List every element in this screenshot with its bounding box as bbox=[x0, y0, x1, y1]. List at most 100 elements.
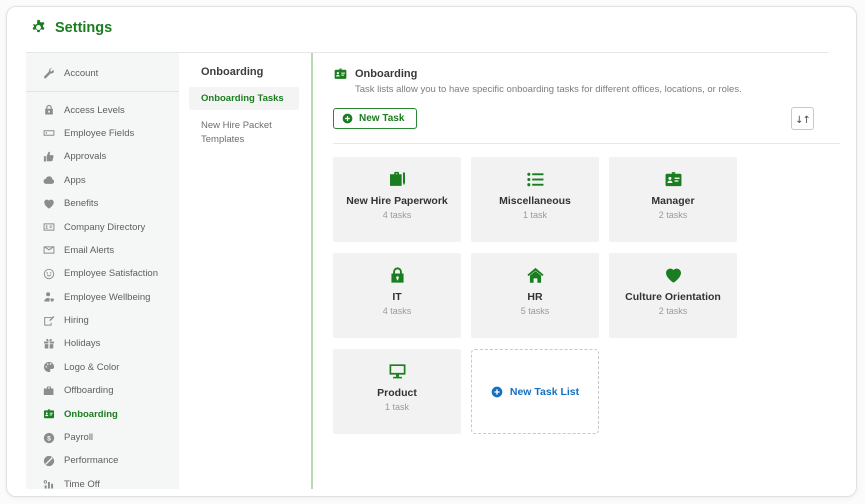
sidebar-item-payroll[interactable]: $ Payroll bbox=[26, 426, 179, 449]
bar-chart-icon bbox=[43, 478, 55, 490]
subnav-items: Onboarding Tasks New Hire Packet Template… bbox=[179, 87, 311, 151]
task-list-card-culture-orientation[interactable]: Culture Orientation2 tasks bbox=[609, 253, 737, 338]
briefcase-icon bbox=[43, 385, 55, 397]
sidebar-item-employee-satisfaction[interactable]: Employee Satisfaction bbox=[26, 262, 179, 285]
thumbs-up-icon bbox=[43, 151, 55, 163]
badge-icon bbox=[43, 408, 55, 420]
sidebar-item-benefits[interactable]: Benefits bbox=[26, 192, 179, 215]
new-task-button[interactable]: New Task bbox=[333, 108, 417, 129]
sidebar-item-approvals[interactable]: Approvals bbox=[26, 145, 179, 168]
subnav-title: Onboarding bbox=[201, 66, 311, 78]
subnav-item-new-hire-packet-templates[interactable]: New Hire Packet Templates bbox=[189, 114, 299, 151]
sidebar-item-onboarding[interactable]: Onboarding bbox=[26, 402, 179, 425]
task-list-card-miscellaneous[interactable]: Miscellaneous1 task bbox=[471, 157, 599, 242]
clipboard-pencil-icon bbox=[43, 315, 55, 327]
gauge-icon bbox=[43, 455, 55, 467]
sidebar-item-label: Payroll bbox=[64, 432, 93, 443]
sidebar-item-access-levels[interactable]: Access Levels bbox=[26, 98, 179, 121]
sidebar-divider bbox=[26, 91, 179, 92]
smiley-icon bbox=[43, 268, 55, 280]
sidebar-item-label: Employee Wellbeing bbox=[64, 292, 150, 303]
subnav-item-onboarding-tasks[interactable]: Onboarding Tasks bbox=[189, 87, 299, 110]
plus-circle-icon bbox=[491, 386, 503, 398]
section-header: Onboarding bbox=[333, 67, 840, 81]
sidebar-item-label: Logo & Color bbox=[64, 362, 119, 373]
sidebar-item-offboarding[interactable]: Offboarding bbox=[26, 379, 179, 402]
sidebar-item-label: Performance bbox=[64, 455, 118, 466]
badge-icon bbox=[663, 170, 684, 189]
sidebar-item-time-off[interactable]: Time Off bbox=[26, 473, 179, 496]
task-list-card-new-hire-paperwork[interactable]: New Hire Paperwork 4 tasks bbox=[333, 157, 461, 242]
card-task-count: 5 tasks bbox=[521, 306, 550, 316]
page-title: Settings bbox=[55, 20, 112, 36]
toolbar-divider bbox=[333, 143, 840, 144]
sidebar-item-label: Access Levels bbox=[64, 105, 125, 116]
id-card-icon bbox=[43, 221, 55, 233]
sidebar-item-holidays[interactable]: Holidays bbox=[26, 332, 179, 355]
sidebar-item-employee-fields[interactable]: Employee Fields bbox=[26, 122, 179, 145]
sidebar-item-email-alerts[interactable]: Email Alerts bbox=[26, 239, 179, 262]
heart-icon bbox=[43, 198, 55, 210]
sidebar-item-label: Offboarding bbox=[64, 385, 113, 396]
new-task-list-label: New Task List bbox=[510, 386, 579, 398]
briefcase-pencil-icon bbox=[387, 170, 408, 189]
card-task-count: 4 tasks bbox=[383, 306, 412, 316]
sidebar-item-account[interactable]: Account bbox=[26, 62, 179, 85]
settings-sidebar: Account Access Levels Employee Fields Appro… bbox=[26, 53, 179, 489]
sidebar-item-label: Apps bbox=[64, 175, 86, 186]
plus-circle-icon bbox=[342, 113, 353, 124]
sidebar-item-label: Approvals bbox=[64, 151, 106, 162]
sidebar-item-label: Account bbox=[64, 68, 98, 79]
sidebar-item-logo-color[interactable]: Logo & Color bbox=[26, 356, 179, 379]
toolbar: New Task ↓↑ bbox=[333, 107, 840, 130]
heart-icon bbox=[663, 266, 684, 285]
onboarding-main: Onboarding Task lists allow you to have … bbox=[313, 53, 840, 489]
sidebar-item-label: Hiring bbox=[64, 315, 89, 326]
settings-window: Settings Account Access Levels Employee Fi… bbox=[6, 6, 857, 497]
new-task-button-label: New Task bbox=[359, 113, 404, 124]
envelope-icon bbox=[43, 244, 55, 256]
wrench-icon bbox=[43, 68, 55, 80]
home-icon bbox=[525, 266, 546, 285]
task-list-card-product[interactable]: Product1 task bbox=[333, 349, 461, 434]
svg-text:$: $ bbox=[47, 435, 51, 442]
lock-icon bbox=[387, 266, 408, 285]
card-task-count: 4 tasks bbox=[383, 210, 412, 220]
sidebar-item-label: Employee Satisfaction bbox=[64, 268, 158, 279]
sidebar-item-label: Company Directory bbox=[64, 222, 145, 233]
new-task-list-card[interactable]: New Task List bbox=[471, 349, 599, 434]
monitor-icon bbox=[387, 362, 408, 381]
task-list-card-manager[interactable]: Manager2 tasks bbox=[609, 157, 737, 242]
sidebar-item-hiring[interactable]: Hiring bbox=[26, 309, 179, 332]
sidebar-item-label: Time Off bbox=[64, 479, 100, 490]
gear-icon bbox=[30, 19, 47, 36]
gift-icon bbox=[43, 338, 55, 350]
sidebar-item-label: Email Alerts bbox=[64, 245, 114, 256]
sidebar-item-label: Holidays bbox=[64, 338, 100, 349]
person-heart-icon bbox=[43, 291, 55, 303]
onboarding-subnav: Onboarding Onboarding Tasks New Hire Pack… bbox=[179, 53, 311, 489]
sort-arrows-icon: ↓↑ bbox=[795, 111, 810, 126]
cloud-icon bbox=[43, 174, 55, 186]
sidebar-item-performance[interactable]: Performance bbox=[26, 449, 179, 472]
card-title: Culture Orientation bbox=[625, 291, 721, 303]
page-header: Settings bbox=[30, 19, 112, 36]
input-field-icon bbox=[43, 127, 55, 139]
sort-button[interactable]: ↓↑ bbox=[791, 107, 814, 130]
sidebar-item-apps[interactable]: Apps bbox=[26, 169, 179, 192]
sidebar-item-label: Employee Fields bbox=[64, 128, 134, 139]
card-task-count: 1 task bbox=[385, 402, 409, 412]
sidebar-item-label: Onboarding bbox=[64, 409, 118, 420]
badge-icon bbox=[333, 67, 348, 81]
sidebar-item-label: Benefits bbox=[64, 198, 98, 209]
card-task-count: 2 tasks bbox=[659, 210, 688, 220]
section-title: Onboarding bbox=[355, 68, 417, 80]
palette-icon bbox=[43, 361, 55, 373]
sidebar-item-company-directory[interactable]: Company Directory bbox=[26, 215, 179, 238]
list-icon bbox=[525, 170, 546, 189]
task-list-card-it[interactable]: IT4 tasks bbox=[333, 253, 461, 338]
task-list-card-hr[interactable]: HR5 tasks bbox=[471, 253, 599, 338]
card-task-count: 1 task bbox=[523, 210, 547, 220]
card-title: New Hire Paperwork bbox=[346, 195, 448, 207]
sidebar-item-employee-wellbeing[interactable]: Employee Wellbeing bbox=[26, 286, 179, 309]
